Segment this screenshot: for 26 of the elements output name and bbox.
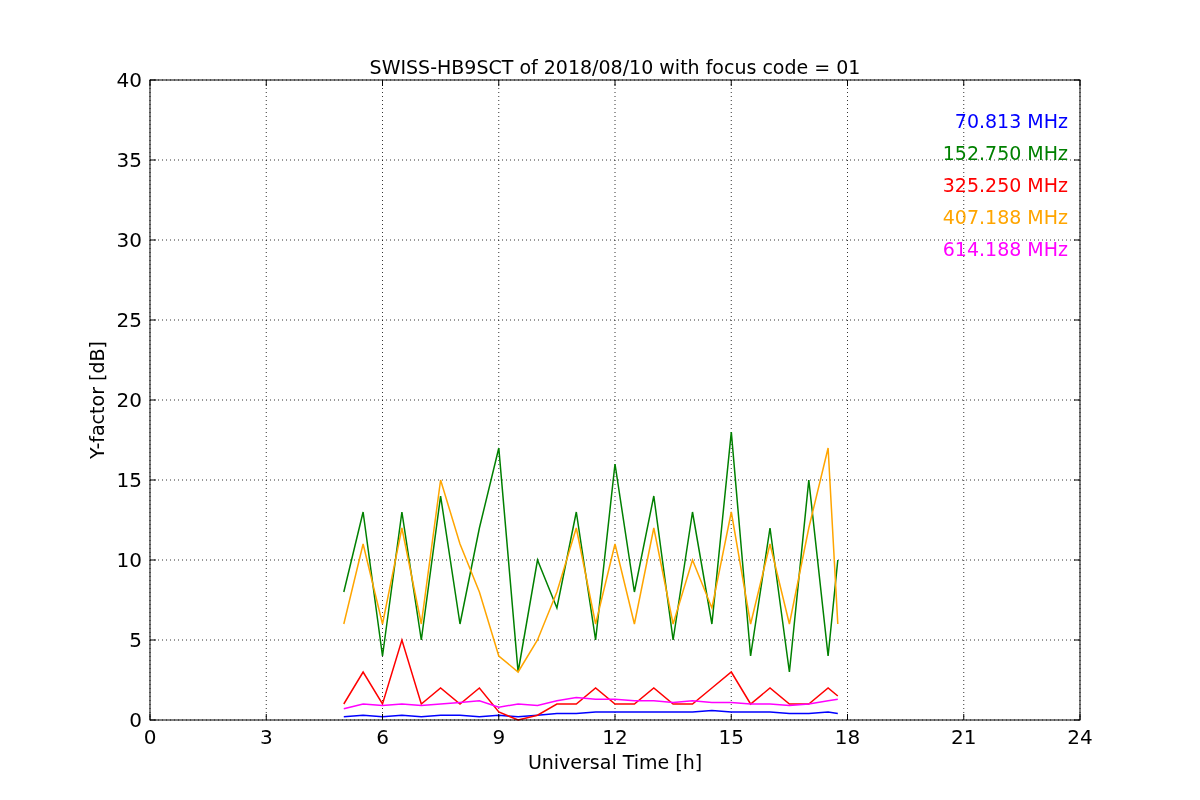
tick-label: 10 — [116, 548, 142, 572]
tick-label: 20 — [116, 388, 142, 412]
tick-label: 3 — [259, 725, 273, 749]
tick-label: 18 — [834, 725, 861, 749]
tick-label: 15 — [116, 468, 142, 492]
tick-label: 12 — [602, 725, 628, 749]
legend-label: 407.188 MHz — [942, 206, 1068, 228]
legend-label: 152.750 MHz — [942, 142, 1068, 164]
tick-label: 0 — [129, 708, 142, 732]
tick-label: 6 — [376, 725, 389, 749]
y-axis-label: Y-factor [dB] — [86, 341, 108, 459]
tick-label: 40 — [116, 68, 142, 92]
tick-label: 24 — [1067, 725, 1093, 749]
tick-label: 35 — [116, 148, 142, 172]
tick-label: 0 — [143, 725, 157, 749]
x-axis-label: Universal Time [h] — [527, 751, 703, 773]
chart-title: SWISS-HB9SCT of 2018/08/10 with focus code = 01 — [369, 56, 861, 78]
legend-label: 70.813 MHz — [954, 110, 1068, 132]
tick-label: 15 — [718, 725, 744, 749]
tick-label: 25 — [116, 308, 142, 332]
tick-label: 5 — [129, 628, 142, 652]
tick-label: 30 — [116, 228, 142, 252]
legend-label: 325.250 MHz — [942, 174, 1068, 196]
legend-label: 614.188 MHz — [942, 238, 1068, 260]
tick-label: 9 — [492, 725, 506, 749]
tick-label: 21 — [951, 725, 977, 749]
